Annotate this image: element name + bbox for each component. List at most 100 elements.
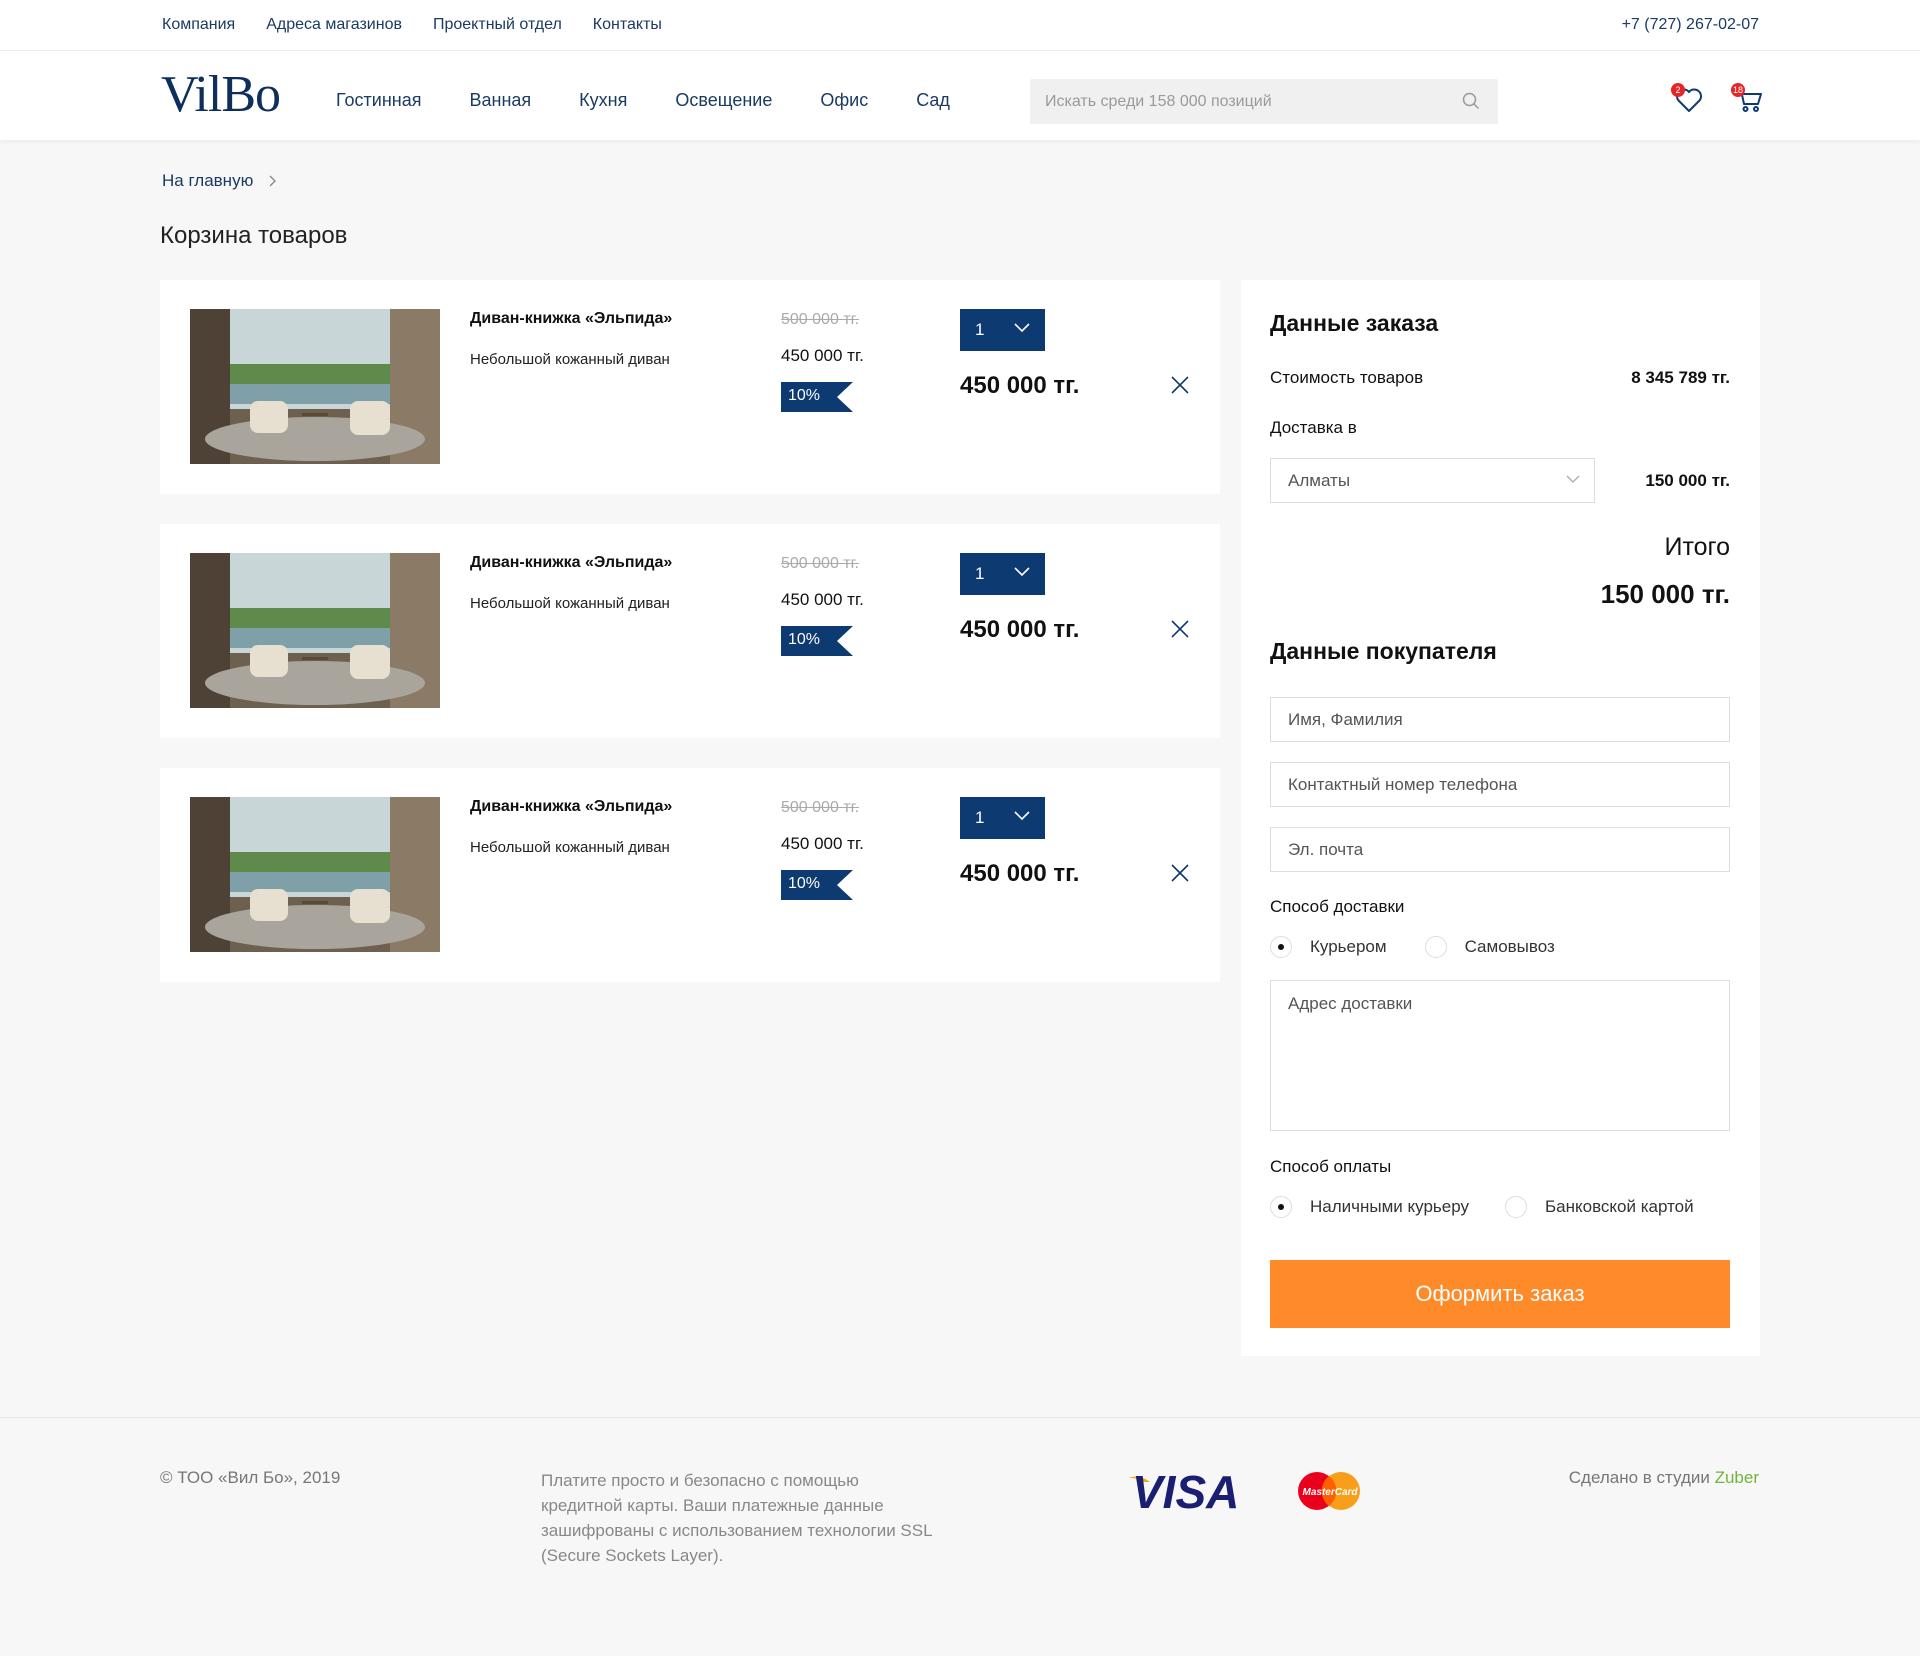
close-icon [1171,864,1189,882]
radio-card-label[interactable]: Банковской картой [1545,1197,1694,1217]
favorites-button[interactable]: 2 [1671,83,1703,118]
address-input[interactable] [1271,981,1729,1130]
payment-method-group: Наличными курьеру Банковской картой [1270,1196,1694,1218]
name-input[interactable] [1271,698,1729,741]
nav-garden[interactable]: Сад [916,90,950,111]
remove-item-button[interactable] [1170,375,1190,400]
item-total: 450 000 тг. [960,616,1080,643]
buyer-title: Данные покупателя [1270,638,1497,664]
total-label: Итого [1664,533,1730,561]
top-link-company[interactable]: Компания [162,16,235,34]
product-image[interactable] [190,797,440,952]
mastercard-text: MasterCard [1302,1487,1358,1498]
payment-security-text: Платите просто и безопасно с помощью кре… [541,1471,932,1565]
discount-label: 10% [788,631,821,648]
radio-courier[interactable] [1270,936,1292,958]
chevron-down-icon [1014,567,1030,577]
studio-credit: Сделано в студии Zuber [1569,1468,1759,1488]
city-select[interactable]: Алматы [1270,458,1595,503]
studio-prefix: Сделано в студии [1568,1468,1715,1487]
top-link-stores[interactable]: Адреса магазинов [266,16,402,34]
search-input[interactable] [1030,79,1498,124]
nav-living-room[interactable]: Гостинная [336,90,422,111]
delivery-method-label: Способ доставки [1270,897,1405,916]
address-field [1270,980,1730,1131]
product-name[interactable]: Диван-книжка «Эльпида» [470,310,672,328]
quantity-select[interactable]: 1 [960,553,1045,595]
unit-price: 450 000 тг. [781,346,864,365]
product-image[interactable] [190,309,440,464]
close-icon [1171,376,1189,394]
submit-order-button[interactable]: Оформить заказ [1270,1260,1730,1328]
product-description: Небольшой кожанный диван [470,595,670,612]
goods-cost-label: Стоимость товаров [1270,368,1424,387]
remove-item-button[interactable] [1170,619,1190,644]
cart-item: Диван-книжка «Эльпида» Небольшой кожанны… [160,280,1220,494]
remove-item-button[interactable] [1170,863,1190,888]
top-link-projects[interactable]: Проектный отдел [433,16,562,34]
quantity-value: 1 [975,320,985,339]
quantity-select[interactable]: 1 [960,309,1045,351]
top-bar: Компания Адреса магазинов Проектный отде… [0,0,1920,51]
discount-label: 10% [788,387,821,404]
product-description: Небольшой кожанный диван [470,839,670,856]
unit-price: 450 000 тг. [781,834,864,853]
old-price: 500 000 тг. [781,799,859,816]
item-total: 450 000 тг. [960,372,1080,399]
goods-cost-value: 8 345 789 тг. [1631,368,1730,387]
top-link-contacts[interactable]: Контакты [593,16,662,34]
radio-cash-label[interactable]: Наличными курьеру [1310,1197,1469,1217]
total-value: 150 000 тг. [1600,579,1730,609]
product-name[interactable]: Диван-книжка «Эльпида» [470,798,672,816]
product-image[interactable] [190,553,440,708]
chevron-right-icon [269,175,277,187]
header: VilBo Гостинная Ванная Кухня Освещение О… [0,51,1920,140]
cart-item: Диван-книжка «Эльпида» Небольшой кожанны… [160,768,1220,982]
radio-pickup[interactable] [1424,936,1447,958]
discount-badge: 10% [781,382,853,412]
search-icon[interactable] [1462,92,1480,115]
cart-item: Диван-книжка «Эльпида» Небольшой кожанны… [160,524,1220,738]
discount-label: 10% [788,875,821,892]
order-panel: Данные заказа Стоимость товаров 8 345 78… [1241,280,1760,1356]
radio-courier-label[interactable]: Курьером [1310,937,1387,957]
item-total: 450 000 тг. [960,860,1080,887]
logo[interactable]: VilBo [161,69,281,121]
delivery-cost-value: 150 000 тг. [1645,471,1730,490]
city-value: Алматы [1288,471,1351,490]
nav-kitchen[interactable]: Кухня [579,90,627,111]
old-price: 500 000 тг. [781,311,859,328]
name-field [1270,697,1730,742]
visa-text: VISA [1132,1468,1239,1512]
delivery-method-group: Курьером Самовывоз [1270,936,1555,958]
quantity-value: 1 [975,564,985,583]
breadcrumb-home[interactable]: На главную [162,171,253,191]
cart-badge: 18 [1731,83,1745,97]
search-box [1030,79,1498,124]
discount-badge: 10% [781,870,853,900]
main-nav: Гостинная Ванная Кухня Освещение Офис Са… [336,90,950,111]
nav-bathroom[interactable]: Ванная [470,90,532,111]
mastercard-logo: MasterCard [1295,1470,1365,1517]
radio-pickup-label[interactable]: Самовывоз [1465,937,1555,957]
email-field [1270,827,1730,872]
favorites-badge: 2 [1671,83,1685,97]
phone-input[interactable] [1271,763,1729,806]
cart-button[interactable]: 18 [1731,83,1763,118]
phone-field [1270,762,1730,807]
nav-lighting[interactable]: Освещение [675,90,772,111]
product-name[interactable]: Диван-книжка «Эльпида» [470,554,672,572]
studio-link[interactable]: Zuber [1715,1468,1759,1487]
chevron-down-icon [1014,323,1030,333]
top-links: Компания Адреса магазинов Проектный отде… [162,16,662,34]
email-input[interactable] [1271,828,1729,871]
radio-cash[interactable] [1270,1196,1292,1218]
breadcrumb: На главную [162,171,277,191]
quantity-select[interactable]: 1 [960,797,1045,839]
chevron-down-icon [1014,811,1030,821]
nav-office[interactable]: Офис [820,90,868,111]
radio-card[interactable] [1505,1196,1527,1218]
order-title: Данные заказа [1270,310,1439,336]
delivery-label: Доставка в [1270,418,1357,437]
phone-link[interactable]: +7 (727) 267-02-07 [1622,16,1759,34]
